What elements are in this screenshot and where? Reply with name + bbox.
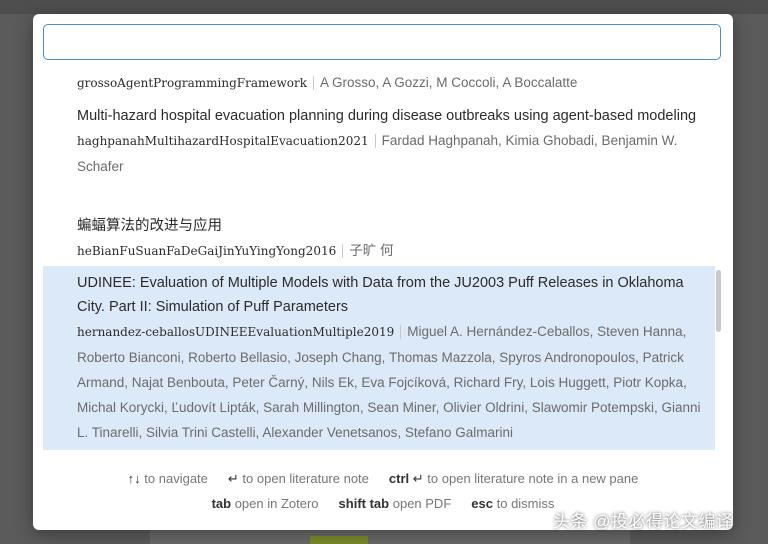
hint-open-pdf: shift tab open PDF <box>338 496 452 511</box>
citekey: hernandez-ceballosUDINEEEvaluationMultip… <box>77 325 402 339</box>
citekey: grossoAgentProgrammingFramework <box>77 76 314 90</box>
result-title: Multi-hazard hospital evacuation plannin… <box>77 108 697 124</box>
literature-search-modal: grossoAgentProgrammingFramework A Grosso,… <box>33 14 733 530</box>
result-meta: haghpanahMultihazardHospitalEvacuation20… <box>77 128 705 179</box>
search-input[interactable] <box>43 24 721 60</box>
result-item[interactable]: Multi-hazard hospital evacuation plannin… <box>43 102 715 181</box>
backdrop-bottom-strip <box>150 530 630 544</box>
hint-dismiss: esc to dismiss <box>471 496 555 511</box>
result-meta: heBianFuSuanFaDeGaiJinYuYingYong2016 子旷 何 <box>77 238 705 264</box>
authors: 子旷 何 <box>349 243 394 258</box>
arrow-keys-icon: ↑↓ <box>127 471 141 486</box>
result-item[interactable]: 蝙蝠算法的改进与应用 heBianFuSuanFaDeGaiJinYuYingY… <box>43 212 715 264</box>
result-title: UDINEE: Evaluation of Multiple Models wi… <box>77 275 684 315</box>
authors: A Grosso, A Gozzi, M Coccoli, A Boccalat… <box>320 75 578 90</box>
result-meta: grossoAgentProgrammingFramework A Grosso,… <box>77 70 705 96</box>
hint-open: ↵ to open literature note <box>227 471 369 486</box>
enter-key-icon: ↵ <box>227 471 239 486</box>
hint-open-zotero: tab open in Zotero <box>211 496 319 511</box>
watermark: 头条 @投必得论文编译 <box>553 512 734 531</box>
authors: Miguel A. Hernández-Ceballos, Steven Han… <box>77 324 701 440</box>
results-scrollbar[interactable] <box>716 270 721 332</box>
backdrop-top-strip <box>0 0 768 14</box>
result-meta: hernandez-ceballosUDINEEEvaluationMultip… <box>77 319 705 445</box>
citekey: haghpanahMultihazardHospitalEvacuation20… <box>77 134 376 148</box>
results-list: grossoAgentProgrammingFramework A Grosso,… <box>43 66 715 452</box>
citekey: heBianFuSuanFaDeGaiJinYuYingYong2016 <box>77 244 344 258</box>
hint-navigate: ↑↓ to navigate <box>127 471 208 486</box>
enter-key-icon: ↵ <box>412 471 424 486</box>
backdrop-highlight <box>310 536 368 544</box>
result-item-selected[interactable]: UDINEE: Evaluation of Multiple Models wi… <box>43 266 715 450</box>
hint-open-new-pane: ctrl ↵ to open literature note in a new … <box>388 471 639 486</box>
result-title: 蝙蝠算法的改进与应用 <box>77 218 222 234</box>
result-item[interactable]: grossoAgentProgrammingFramework A Grosso,… <box>43 70 715 96</box>
